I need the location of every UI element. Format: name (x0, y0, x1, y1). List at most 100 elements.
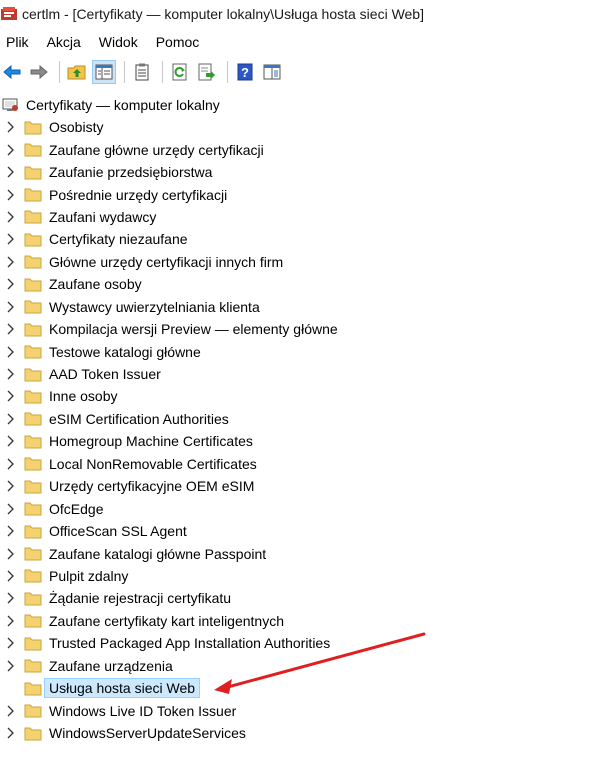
folder-icon (24, 727, 42, 741)
chevron-right-icon[interactable] (5, 166, 15, 178)
chevron-right-icon[interactable] (5, 211, 15, 223)
tree-item[interactable]: Trusted Packaged App Installation Author… (0, 632, 598, 654)
folder-icon (24, 569, 42, 583)
tree-item[interactable]: Usługa hosta sieci Web (0, 677, 598, 699)
toolbar-separator (59, 61, 60, 83)
export-icon (198, 63, 215, 81)
folder-icon (24, 121, 42, 135)
chevron-right-icon[interactable] (5, 390, 15, 402)
chevron-right-icon[interactable] (5, 346, 15, 358)
menu-help[interactable]: Pomoc (156, 34, 200, 50)
tree-item-label: Inne osoby (49, 388, 118, 405)
chevron-right-icon[interactable] (5, 637, 15, 649)
folder-icon (24, 659, 42, 673)
tree-item-label: Certyfikaty niezaufane (49, 231, 188, 248)
tree-item[interactable]: Zaufanie przedsiębiorstwa (0, 161, 598, 183)
tree-item-label: OfcEdge (49, 500, 104, 517)
tree-item[interactable]: Inne osoby (0, 385, 598, 407)
tree-item-label: WindowsServerUpdateServices (49, 725, 246, 742)
menu-bar: Plik Akcja Widok Pomoc (0, 30, 598, 54)
export-list-icon (135, 63, 149, 81)
tree-item[interactable]: Pośrednie urzędy certyfikacji (0, 183, 598, 205)
tree-item-label: Osobisty (49, 119, 104, 136)
chevron-right-icon[interactable] (5, 413, 15, 425)
export-list-button[interactable] (130, 60, 154, 84)
folder-icon (24, 233, 42, 247)
folder-icon (24, 345, 42, 359)
tree-item[interactable]: Kompilacja wersji Preview — elementy głó… (0, 318, 598, 340)
chevron-right-icon[interactable] (5, 727, 15, 739)
chevron-right-icon[interactable] (5, 233, 15, 245)
chevron-right-icon[interactable] (5, 705, 15, 717)
chevron-right-icon[interactable] (5, 592, 15, 604)
tree-item[interactable]: Główne urzędy certyfikacji innych firm (0, 251, 598, 273)
chevron-right-icon[interactable] (5, 660, 15, 672)
menu-action[interactable]: Akcja (47, 34, 81, 50)
folder-icon (24, 188, 42, 202)
tree-item[interactable]: Zaufane główne urzędy certyfikacji (0, 138, 598, 160)
toolbar-separator (227, 61, 228, 83)
chevron-right-icon[interactable] (5, 570, 15, 582)
chevron-right-icon[interactable] (5, 480, 15, 492)
folder-icon (24, 547, 42, 561)
tree-item[interactable]: Zaufane osoby (0, 273, 598, 295)
tree-item[interactable]: Pulpit zdalny (0, 565, 598, 587)
tree-item[interactable]: Local NonRemovable Certificates (0, 453, 598, 475)
tree-item[interactable]: Windows Live ID Token Issuer (0, 699, 598, 721)
help-icon: ? (237, 63, 253, 81)
forward-icon (30, 64, 48, 80)
tree-root[interactable]: Certyfikaty — komputer lokalny (2, 94, 598, 116)
chevron-right-icon[interactable] (5, 189, 15, 201)
folder-icon (24, 592, 42, 606)
tree-item[interactable]: Zaufane certyfikaty kart inteligentnych (0, 610, 598, 632)
chevron-right-icon[interactable] (5, 368, 15, 380)
tree-item[interactable]: Wystawcy uwierzytelniania klienta (0, 296, 598, 318)
chevron-right-icon[interactable] (5, 301, 15, 313)
tree-item[interactable]: Żądanie rejestracji certyfikatu (0, 587, 598, 609)
tree-item-label: Usługa hosta sieci Web (44, 678, 201, 699)
chevron-right-icon[interactable] (5, 458, 15, 470)
tree-root-label: Certyfikaty — komputer lokalny (26, 97, 220, 113)
tree-item[interactable]: Zaufane katalogi główne Passpoint (0, 542, 598, 564)
refresh-button[interactable] (168, 60, 192, 84)
back-button[interactable] (0, 60, 24, 84)
tree-item[interactable]: OfficeScan SSL Agent (0, 520, 598, 542)
chevron-right-icon[interactable] (5, 615, 15, 627)
chevron-right-icon[interactable] (5, 278, 15, 290)
folder-icon (24, 682, 42, 696)
tree-item-label: Zaufane katalogi główne Passpoint (49, 545, 267, 562)
chevron-right-icon[interactable] (5, 323, 15, 335)
tree-item[interactable]: Certyfikaty niezaufane (0, 228, 598, 250)
chevron-right-icon[interactable] (5, 121, 15, 133)
tree-item[interactable]: Homegroup Machine Certificates (0, 430, 598, 452)
tree-item[interactable]: OfcEdge (0, 497, 598, 519)
show-hide-console-tree-button[interactable] (92, 60, 116, 84)
chevron-right-icon[interactable] (5, 435, 15, 447)
tree-item[interactable]: Testowe katalogi główne (0, 340, 598, 362)
tree-item[interactable]: WindowsServerUpdateServices (0, 722, 598, 744)
chevron-right-icon[interactable] (5, 548, 15, 560)
menu-file[interactable]: Plik (6, 34, 29, 50)
tree-item-label: Homegroup Machine Certificates (49, 433, 253, 450)
forward-button[interactable] (27, 60, 51, 84)
tree-item[interactable]: Osobisty (0, 116, 598, 138)
properties-button[interactable] (260, 60, 284, 84)
chevron-right-icon[interactable] (5, 144, 15, 156)
tree-item[interactable]: AAD Token Issuer (0, 363, 598, 385)
show-hide-tree-icon (95, 64, 113, 80)
help-button[interactable]: ? (233, 60, 257, 84)
tree-item-label: Zaufane główne urzędy certyfikacji (49, 141, 264, 158)
chevron-right-icon[interactable] (5, 256, 15, 268)
chevron-right-icon[interactable] (5, 525, 15, 537)
chevron-right-icon[interactable] (5, 503, 15, 515)
export-button[interactable] (195, 60, 219, 84)
tree-item[interactable]: Zaufane urządzenia (0, 655, 598, 677)
tree-item[interactable]: Zaufani wydawcy (0, 206, 598, 228)
tree-item[interactable]: eSIM Certification Authorities (0, 408, 598, 430)
up-one-level-button[interactable] (65, 60, 89, 84)
tree-item-label: Testowe katalogi główne (49, 343, 201, 360)
menu-view[interactable]: Widok (99, 34, 138, 50)
up-folder-icon (67, 65, 86, 80)
tree-item-label: Główne urzędy certyfikacji innych firm (49, 253, 284, 270)
tree-item[interactable]: Urzędy certyfikacyjne OEM eSIM (0, 475, 598, 497)
